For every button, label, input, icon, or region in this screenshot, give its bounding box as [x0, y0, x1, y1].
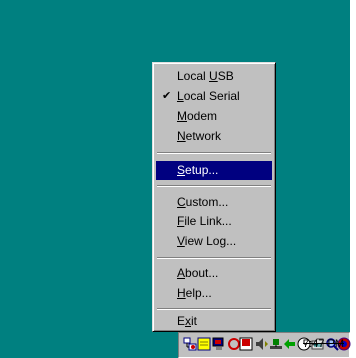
menu-separator	[157, 152, 271, 154]
network-icon[interactable]	[183, 337, 197, 351]
menu-item-label: Network	[177, 129, 222, 143]
menu-item-about[interactable]: About...	[156, 264, 272, 283]
menu-item-label: Local USB	[177, 69, 234, 83]
menu-item-custom[interactable]: Custom...	[156, 193, 272, 212]
menu-item-label: Modem	[177, 109, 218, 123]
menu-separator	[157, 185, 271, 187]
speaker-icon[interactable]	[255, 337, 269, 351]
menu-item-setup[interactable]: Setup...	[156, 161, 272, 180]
menu-item-modem[interactable]: Modem	[156, 107, 272, 126]
menu-separator	[157, 308, 271, 310]
menu-item-label: File Link...	[177, 214, 232, 228]
menu-item-local-serial[interactable]: ✔ Local Serial	[156, 87, 272, 106]
menu-item-label: Exit	[177, 314, 198, 328]
menu-separator	[157, 257, 271, 259]
menu-item-label: Setup...	[177, 163, 219, 177]
menu-item-label: Custom...	[177, 195, 229, 209]
menu-item-view-log[interactable]: View Log...	[156, 232, 272, 251]
link-icon[interactable]	[269, 337, 283, 351]
taskbar-clock[interactable]: 7:47 PM	[300, 332, 348, 356]
context-menu: Local USB ✔ Local Serial Modem Network S…	[152, 62, 276, 332]
menu-item-network[interactable]: Network	[156, 127, 272, 146]
acrobat-icon[interactable]	[239, 337, 253, 351]
menu-item-local-usb[interactable]: Local USB	[156, 67, 272, 86]
menu-item-label: View Log...	[177, 234, 237, 248]
menu-item-label: Help...	[177, 286, 212, 300]
notepad-icon[interactable]	[197, 337, 211, 351]
chat-icon[interactable]	[283, 337, 297, 351]
screen-edge	[350, 0, 356, 358]
menu-item-help[interactable]: Help...	[156, 284, 272, 303]
monitor-icon[interactable]	[212, 337, 226, 351]
checkmark-icon: ✔	[162, 90, 172, 102]
menu-item-file-link[interactable]: File Link...	[156, 212, 272, 231]
menu-item-label: Local Serial	[177, 89, 240, 103]
menu-item-exit[interactable]: Exit	[156, 312, 272, 331]
menu-item-label: About...	[177, 266, 219, 280]
clock-text: 7:47 PM	[303, 338, 344, 350]
